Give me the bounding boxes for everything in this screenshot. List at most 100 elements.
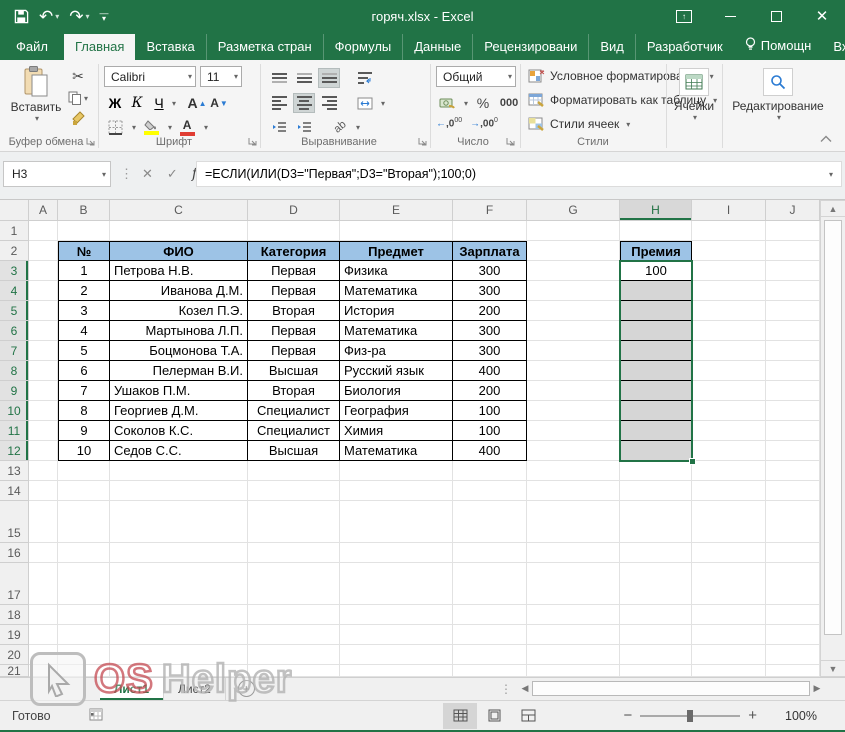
cell-num[interactable]: 9 bbox=[58, 421, 110, 441]
row-header-3[interactable]: 3 bbox=[0, 261, 29, 281]
orientation-icon[interactable]: ab bbox=[329, 117, 351, 137]
cell-premia[interactable] bbox=[620, 321, 692, 341]
cell-category[interactable]: Вторая bbox=[248, 381, 340, 401]
row-header-2[interactable]: 2 bbox=[0, 241, 29, 261]
row-header-12[interactable]: 12 bbox=[0, 441, 29, 461]
tab-page-layout[interactable]: Разметка стран bbox=[207, 34, 324, 60]
page-layout-view-button[interactable] bbox=[477, 703, 511, 729]
cell-fio[interactable]: Иванова Д.М. bbox=[110, 281, 248, 301]
underline-button[interactable]: Ч bbox=[148, 93, 170, 113]
font-name-select[interactable]: Calibri ▾ bbox=[104, 66, 196, 87]
cell-subject[interactable]: История bbox=[340, 301, 453, 321]
cell[interactable] bbox=[453, 625, 527, 645]
cell[interactable] bbox=[29, 301, 58, 321]
cell[interactable] bbox=[527, 421, 620, 441]
cell-num[interactable]: 2 bbox=[58, 281, 110, 301]
cell[interactable] bbox=[527, 261, 620, 281]
macro-record-icon[interactable] bbox=[89, 708, 103, 724]
cell-num[interactable]: 4 bbox=[58, 321, 110, 341]
active-cell-h3[interactable]: 100 bbox=[620, 261, 692, 281]
decrease-indent-icon[interactable] bbox=[268, 117, 290, 137]
column-header-C[interactable]: C bbox=[110, 200, 248, 221]
cell[interactable] bbox=[453, 543, 527, 563]
confirm-entry-icon[interactable]: ✓ bbox=[167, 166, 178, 182]
paste-button[interactable]: Вставить ▾ bbox=[8, 66, 64, 123]
cell[interactable] bbox=[58, 481, 110, 501]
name-box[interactable]: H3 ▾ bbox=[3, 161, 111, 187]
column-header-F[interactable]: F bbox=[453, 200, 527, 221]
table-header-sal[interactable]: Зарплата bbox=[453, 241, 527, 261]
cell[interactable] bbox=[692, 301, 766, 321]
cell[interactable] bbox=[110, 461, 248, 481]
cell[interactable] bbox=[29, 441, 58, 461]
cell[interactable] bbox=[110, 481, 248, 501]
cell[interactable] bbox=[453, 665, 527, 677]
cell-subject[interactable]: Математика bbox=[340, 441, 453, 461]
zoom-in-icon[interactable]: + bbox=[748, 707, 757, 724]
cell-category[interactable]: Первая bbox=[248, 321, 340, 341]
cell[interactable] bbox=[29, 401, 58, 421]
row-header-14[interactable]: 14 bbox=[0, 481, 29, 501]
cell[interactable] bbox=[58, 563, 110, 605]
cell[interactable] bbox=[29, 481, 58, 501]
cell-category[interactable]: Высшая bbox=[248, 441, 340, 461]
cell[interactable] bbox=[453, 481, 527, 501]
scroll-left-icon[interactable]: ◀ bbox=[518, 678, 532, 699]
clipboard-dialog-launcher-icon[interactable] bbox=[86, 136, 97, 147]
cell[interactable] bbox=[340, 221, 453, 241]
cell[interactable] bbox=[340, 501, 453, 543]
tab-help[interactable]: Помощн bbox=[734, 32, 823, 60]
cell-fio[interactable]: Мартынова Л.П. bbox=[110, 321, 248, 341]
zoom-level[interactable]: 100% bbox=[785, 709, 817, 723]
cell[interactable] bbox=[453, 501, 527, 543]
column-header-I[interactable]: I bbox=[692, 200, 766, 221]
percent-icon[interactable]: % bbox=[472, 93, 494, 113]
ribbon-display-options-icon[interactable]: ↑ bbox=[661, 0, 707, 32]
increase-indent-icon[interactable] bbox=[293, 117, 315, 137]
cell[interactable] bbox=[692, 321, 766, 341]
cell[interactable] bbox=[692, 401, 766, 421]
cell-premia[interactable] bbox=[620, 301, 692, 321]
formula-input[interactable]: =ЕСЛИ(ИЛИ(D3="Первая";D3="Вторая");100;0… bbox=[196, 161, 842, 187]
cell-premia[interactable] bbox=[620, 281, 692, 301]
cell[interactable] bbox=[620, 665, 692, 677]
cell[interactable] bbox=[527, 441, 620, 461]
cell[interactable] bbox=[766, 361, 820, 381]
cell-salary[interactable]: 400 bbox=[453, 361, 527, 381]
cell[interactable] bbox=[766, 341, 820, 361]
increase-font-icon[interactable]: А ▲ bbox=[186, 93, 208, 113]
cell[interactable] bbox=[29, 563, 58, 605]
cell[interactable] bbox=[766, 563, 820, 605]
cell[interactable] bbox=[527, 241, 620, 261]
row-header-17[interactable]: 17 bbox=[0, 563, 29, 605]
cell[interactable] bbox=[248, 481, 340, 501]
cell-salary[interactable]: 300 bbox=[453, 281, 527, 301]
cell[interactable] bbox=[453, 645, 527, 665]
cell[interactable] bbox=[692, 563, 766, 605]
cell[interactable] bbox=[29, 625, 58, 645]
cell[interactable] bbox=[527, 341, 620, 361]
cell-num[interactable]: 8 bbox=[58, 401, 110, 421]
cell[interactable] bbox=[527, 563, 620, 605]
cell[interactable] bbox=[766, 321, 820, 341]
cell[interactable] bbox=[620, 543, 692, 563]
borders-icon[interactable] bbox=[104, 117, 126, 137]
cell[interactable] bbox=[692, 645, 766, 665]
column-header-H[interactable]: H bbox=[620, 200, 692, 221]
row-header-15[interactable]: 15 bbox=[0, 501, 29, 543]
cell[interactable] bbox=[248, 645, 340, 665]
row-header-13[interactable]: 13 bbox=[0, 461, 29, 481]
wrap-text-icon[interactable] bbox=[354, 68, 376, 88]
row-header-9[interactable]: 9 bbox=[0, 381, 29, 401]
cell-premia[interactable] bbox=[620, 381, 692, 401]
cell[interactable] bbox=[527, 605, 620, 625]
cell[interactable] bbox=[248, 605, 340, 625]
cell-fio[interactable]: Боцмонова Т.А. bbox=[110, 341, 248, 361]
sheet-tab-list1[interactable]: Лист1 bbox=[100, 678, 165, 700]
cell[interactable] bbox=[692, 221, 766, 241]
cell[interactable] bbox=[527, 321, 620, 341]
cell[interactable] bbox=[527, 281, 620, 301]
undo-button[interactable]: ↶ ▾ bbox=[39, 8, 59, 25]
cell[interactable] bbox=[692, 461, 766, 481]
cell[interactable] bbox=[248, 221, 340, 241]
